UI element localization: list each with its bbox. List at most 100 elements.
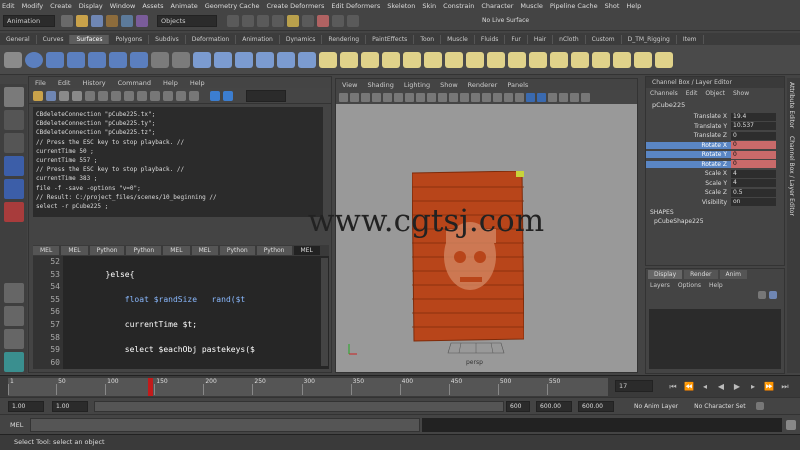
step-back-frame-icon[interactable]: ◂ <box>700 382 710 392</box>
code-area[interactable]: }else{ float $randSize rand($t currentTi… <box>67 256 317 369</box>
indent-icon[interactable] <box>189 90 199 101</box>
default-lighting-icon[interactable] <box>504 92 513 102</box>
lasso-tool-icon[interactable] <box>3 110 24 130</box>
layer-menu-options[interactable]: Options <box>678 282 701 289</box>
film-gate-icon[interactable] <box>394 92 403 102</box>
wireframe-on-shaded-icon[interactable] <box>482 92 491 102</box>
menu-assets[interactable]: Assets <box>142 2 163 10</box>
new-scene-icon[interactable] <box>61 14 73 27</box>
attribute-row[interactable]: Scale Z 0.5 <box>646 188 784 198</box>
show-stack-icon[interactable] <box>150 90 160 101</box>
camera-select-icon[interactable] <box>339 92 348 102</box>
find-icon[interactable] <box>163 90 173 101</box>
script-tab[interactable]: MEL <box>191 246 218 255</box>
shelf-tab-rendering[interactable]: Rendering <box>322 34 367 44</box>
high-quality-icon[interactable] <box>548 92 557 102</box>
intersect-icon[interactable] <box>361 51 379 68</box>
select-hierarchy-icon[interactable] <box>106 14 118 27</box>
viewport-menu-renderer[interactable]: Renderer <box>468 81 498 89</box>
character-set-dropdown[interactable]: No Character Set <box>694 403 745 410</box>
attribute-value[interactable]: 19.4 <box>731 112 776 121</box>
layer-tab-anim[interactable]: Anim <box>719 270 747 279</box>
echo-commands-icon[interactable] <box>124 90 134 101</box>
script-menu-history[interactable]: History <box>82 79 105 87</box>
range-end-field[interactable]: 600 <box>506 400 530 412</box>
nurbs-plane-icon[interactable] <box>109 51 127 68</box>
playback-start-field[interactable]: 1.00 <box>52 400 88 412</box>
attribute-row[interactable]: Rotate Z0 <box>646 160 784 170</box>
execute-icon[interactable] <box>223 90 233 101</box>
viewport-menu-lighting[interactable]: Lighting <box>404 81 430 89</box>
layout-four-icon[interactable] <box>3 306 24 326</box>
snap-grid-icon[interactable] <box>227 14 239 27</box>
search-field[interactable] <box>246 89 286 102</box>
safe-action-icon[interactable] <box>438 92 447 102</box>
field-chart-icon[interactable] <box>427 92 436 102</box>
shelf-tab-toon[interactable]: Toon <box>414 34 442 44</box>
script-tab[interactable]: Python <box>219 246 255 255</box>
attribute-value[interactable]: 0 <box>731 160 776 169</box>
wireframe-icon[interactable] <box>460 92 469 102</box>
clear-all-icon[interactable] <box>111 90 121 101</box>
align-icon[interactable] <box>466 51 484 68</box>
viewport-menu-view[interactable]: View <box>342 81 357 89</box>
shelf-tab-general[interactable]: General <box>0 34 37 44</box>
shape-name[interactable]: pCubeShape225 <box>646 218 784 225</box>
smooth-shade-icon[interactable] <box>471 92 480 102</box>
layer-tab-display[interactable]: Display <box>648 270 683 279</box>
auto-key-icon[interactable] <box>755 402 764 410</box>
command-language-label[interactable]: MEL <box>10 421 30 429</box>
nurbs-cylinder-icon[interactable] <box>67 51 85 68</box>
execute-all-icon[interactable] <box>210 90 220 101</box>
menu-skin[interactable]: Skin <box>422 2 436 10</box>
shelf-menu-icon[interactable] <box>4 51 22 68</box>
select-object-icon[interactable] <box>121 14 133 27</box>
menu-edit-deformers[interactable]: Edit Deformers <box>331 2 380 10</box>
snap-surface-icon[interactable] <box>272 14 284 27</box>
square-icon[interactable] <box>172 51 190 68</box>
sculpt-icon[interactable] <box>592 51 610 68</box>
select-tool-icon[interactable] <box>3 87 24 107</box>
shelf-tab-curves[interactable]: Curves <box>37 34 71 44</box>
attribute-value[interactable]: 4 <box>731 179 776 188</box>
menu-window[interactable]: Window <box>110 2 136 10</box>
nurbs-torus-icon[interactable] <box>130 51 148 68</box>
input-scrollbar[interactable] <box>321 258 328 366</box>
save-script-icon[interactable] <box>46 90 56 101</box>
circle-icon[interactable] <box>151 51 169 68</box>
menu-pipeline-cache[interactable]: Pipeline Cache <box>550 2 598 10</box>
nurbs-cube-icon[interactable] <box>46 51 64 68</box>
planar-icon[interactable] <box>235 51 253 68</box>
construction-icon[interactable] <box>302 14 314 27</box>
menu-edit[interactable]: Edit <box>2 2 15 10</box>
detach-icon[interactable] <box>445 51 463 68</box>
menu-character[interactable]: Character <box>481 2 513 10</box>
rotate-tool-icon[interactable] <box>3 179 24 199</box>
shelf-tab-dynamics[interactable]: Dynamics <box>280 34 323 44</box>
attribute-row[interactable]: Visibility on <box>646 198 784 208</box>
history-icon[interactable] <box>287 14 299 27</box>
range-bar[interactable] <box>94 400 504 412</box>
menu-constrain[interactable]: Constrain <box>443 2 474 10</box>
loft-icon[interactable] <box>214 51 232 68</box>
script-tab[interactable]: Python <box>89 246 125 255</box>
attribute-value[interactable]: 0 <box>731 141 776 150</box>
shelf-tab-custom[interactable]: Custom <box>586 34 622 44</box>
attribute-row[interactable]: Rotate Y0 <box>646 150 784 160</box>
script-tab[interactable]: MEL <box>163 246 190 255</box>
select-component-icon[interactable] <box>136 14 148 27</box>
anim-layer-dropdown[interactable]: No Anim Layer <box>634 403 678 410</box>
shelf-tab-muscle[interactable]: Muscle <box>441 34 475 44</box>
shadows-icon[interactable] <box>537 92 546 102</box>
open-scene-icon[interactable] <box>76 14 88 27</box>
paint-select-icon[interactable] <box>3 133 24 153</box>
open-script-icon[interactable] <box>33 90 43 101</box>
trim-icon[interactable] <box>382 51 400 68</box>
play-backward-icon[interactable]: ◀ <box>716 382 726 392</box>
rebuild-icon[interactable] <box>487 51 505 68</box>
animation-start-field[interactable]: 1.00 <box>8 400 44 412</box>
command-input[interactable] <box>30 417 420 432</box>
move-tool-icon[interactable] <box>3 156 24 176</box>
step-forward-key-icon[interactable]: ⏩ <box>764 382 774 392</box>
save-to-shelf-icon[interactable] <box>72 90 82 101</box>
